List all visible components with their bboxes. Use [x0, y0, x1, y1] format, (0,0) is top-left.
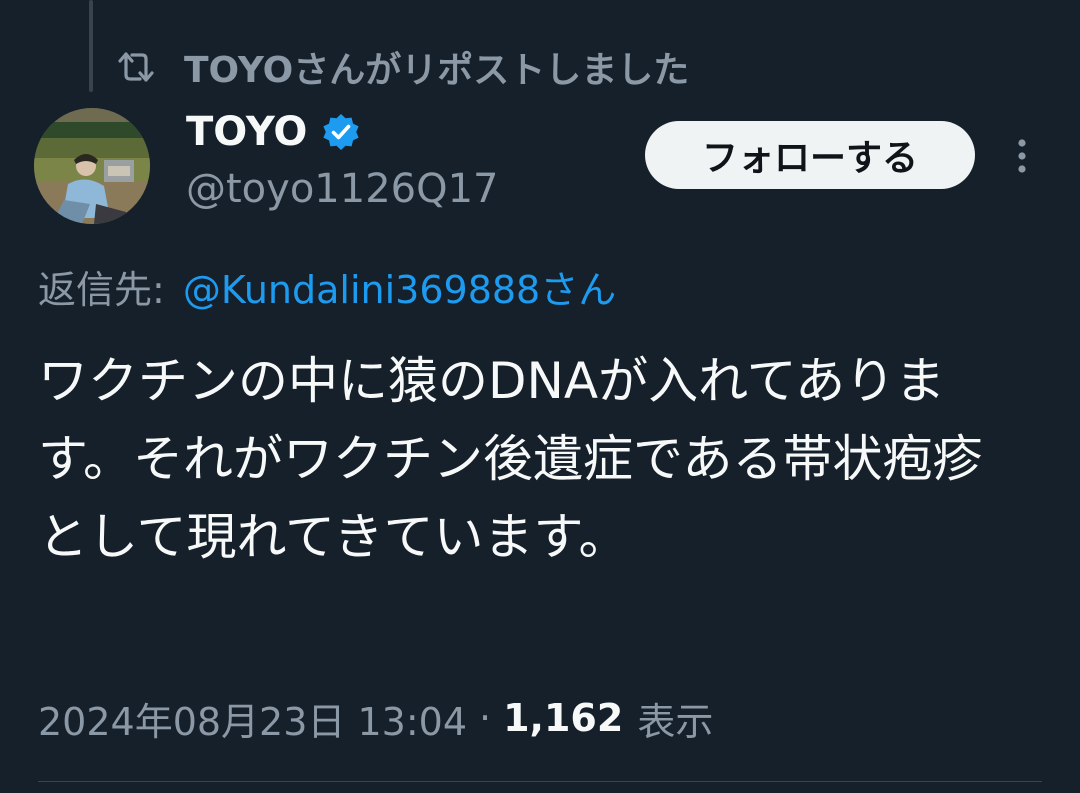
tweet-meta: 2024年08月23日 13:04 · 1,162 表示: [38, 690, 713, 746]
author-handle[interactable]: @toyo1126Q17: [186, 166, 498, 212]
meta-separator: ·: [479, 696, 492, 740]
author-name-row[interactable]: TOYO: [186, 106, 363, 158]
repost-indicator[interactable]: TOYOさんがリポストしました: [116, 40, 689, 94]
more-vertical-icon[interactable]: [1004, 132, 1040, 180]
repost-icon: [116, 47, 156, 87]
tweet-timestamp[interactable]: 2024年08月23日 13:04: [38, 691, 467, 746]
tweet-text: ワクチンの中に猿のDNAが入れてあります。それがワクチン後遺症である帯状疱疹とし…: [38, 352, 983, 566]
divider: [38, 781, 1042, 782]
thread-connector-line: [89, 0, 93, 92]
repost-label: TOYOさんがリポストしました: [184, 50, 690, 91]
tweet-detail-view: TOYOさんがリポストしました TOYO @toyo1126Q17 フォローする…: [0, 0, 1080, 793]
reply-label: 返信先:: [38, 267, 165, 312]
views-count: 1,162: [503, 696, 624, 740]
reply-mention-link[interactable]: @Kundalini369888さん: [183, 259, 616, 314]
avatar[interactable]: [34, 108, 150, 224]
author-display-name[interactable]: TOYO: [186, 109, 307, 155]
follow-button[interactable]: フォローする: [645, 121, 975, 189]
reply-context: 返信先: @Kundalini369888さん: [38, 258, 616, 314]
verified-badge-icon: [321, 111, 363, 153]
views-label: 表示: [637, 699, 714, 744]
